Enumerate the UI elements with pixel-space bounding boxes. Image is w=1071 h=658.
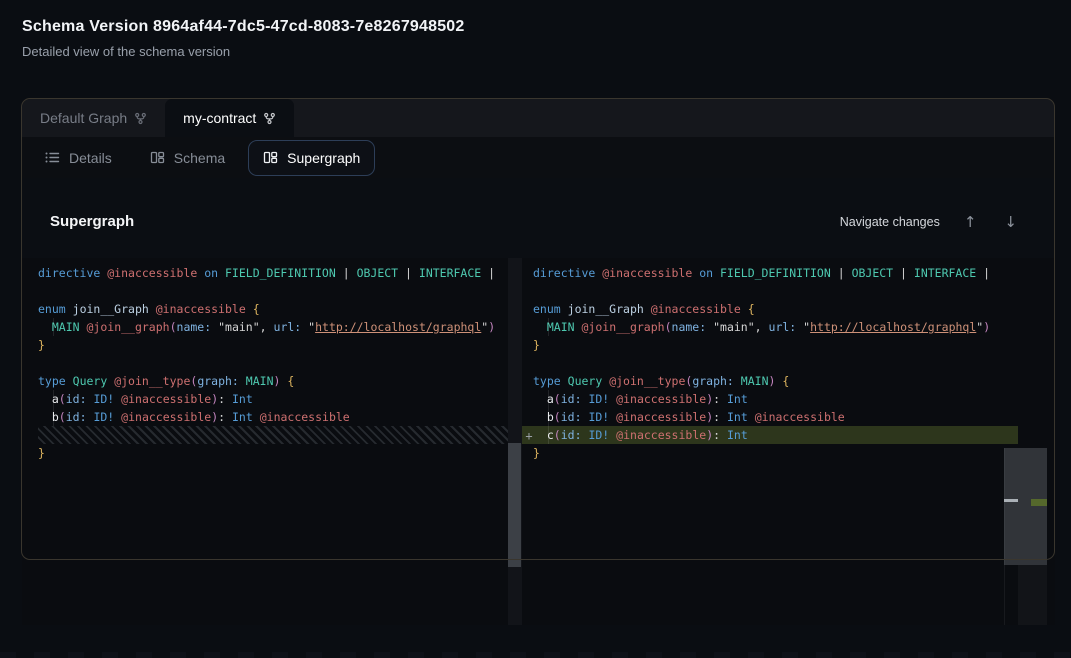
inserted-line-sign: + <box>521 427 537 445</box>
code-line: type Query @join__type(graph: MAIN) { <box>522 372 1018 390</box>
subtab-label: Details <box>69 150 112 166</box>
right-pane-scrollbar[interactable] <box>1004 448 1047 565</box>
subtab-details[interactable]: Details <box>30 140 127 176</box>
diff-splitter[interactable] <box>508 258 522 625</box>
graph-tabbar: Default Graph my-contract <box>22 99 1055 137</box>
tab-default-graph[interactable]: Default Graph <box>22 99 165 137</box>
bottom-clipped-region <box>0 652 1071 658</box>
page-title: Schema Version 8964af44-7dc5-47cd-8083-7… <box>22 18 465 36</box>
code-line <box>22 282 508 300</box>
scrollbar-position-mark <box>1004 499 1018 502</box>
code-line: a(id: ID! @inaccessible): Int <box>22 390 508 408</box>
code-line: } <box>22 336 508 354</box>
next-change-button[interactable]: ↓ <box>1000 211 1021 233</box>
columns-icon <box>150 150 165 165</box>
code-line: b(id: ID! @inaccessible): Int @inaccessi… <box>22 408 508 426</box>
code-line: enum join__Graph @inaccessible { <box>522 300 1018 318</box>
fork-icon <box>134 112 147 125</box>
diff-original-pane: directive @inaccessible on FIELD_DEFINIT… <box>22 258 508 625</box>
navigate-changes: Navigate changes ↑ ↓ <box>840 211 1021 233</box>
collapsed-diff-placeholder <box>38 426 508 444</box>
schema-version-page: Schema Version 8964af44-7dc5-47cd-8083-7… <box>0 0 1071 658</box>
indent-guide <box>548 318 549 336</box>
view-subtabs: Details Schema Supergraph <box>22 137 1055 178</box>
fork-icon <box>263 112 276 125</box>
diff-modified-pane: directive @inaccessible on FIELD_DEFINIT… <box>522 258 1018 625</box>
code-line: } <box>522 444 1018 462</box>
code-line: directive @inaccessible on FIELD_DEFINIT… <box>22 264 508 282</box>
left-pane-scrollbar[interactable] <box>508 443 521 567</box>
overview-ruler-column <box>1018 565 1047 625</box>
code-line: directive @inaccessible on FIELD_DEFINIT… <box>522 264 1018 282</box>
supergraph-heading: Supergraph <box>50 213 134 230</box>
code-line: MAIN @join__graph(name: "main", url: "ht… <box>522 318 1018 336</box>
subtab-supergraph[interactable]: Supergraph <box>248 140 375 176</box>
code-line: } <box>22 444 508 462</box>
columns-icon <box>263 150 278 165</box>
tab-label: Default Graph <box>40 110 127 126</box>
code-line: b(id: ID! @inaccessible): Int @inaccessi… <box>522 408 1018 426</box>
indent-guide <box>53 390 54 426</box>
navigate-changes-label: Navigate changes <box>840 215 940 229</box>
code-line <box>522 354 1018 372</box>
indent-guide <box>548 390 549 444</box>
list-icon <box>45 150 60 165</box>
supergraph-diff-editor[interactable]: directive @inaccessible on FIELD_DEFINIT… <box>22 258 1055 625</box>
code-line: a(id: ID! @inaccessible): Int <box>522 390 1018 408</box>
page-subtitle: Detailed view of the schema version <box>22 44 230 59</box>
code-line: MAIN @join__graph(name: "main", url: "ht… <box>22 318 508 336</box>
code-line <box>22 354 508 372</box>
added-code-line: c(id: ID! @inaccessible): Int <box>522 426 1018 444</box>
overview-ruler-added-mark <box>1031 499 1047 506</box>
code-line: enum join__Graph @inaccessible { <box>22 300 508 318</box>
previous-change-button[interactable]: ↑ <box>960 211 981 233</box>
subtab-schema[interactable]: Schema <box>135 140 240 176</box>
tab-my-contract[interactable]: my-contract <box>165 99 294 137</box>
subtab-label: Supergraph <box>287 150 360 166</box>
indent-guide <box>53 318 54 336</box>
tab-label: my-contract <box>183 110 256 126</box>
code-line: type Query @join__type(graph: MAIN) { <box>22 372 508 390</box>
code-line: } <box>522 336 1018 354</box>
code-line <box>522 282 1018 300</box>
subtab-label: Schema <box>174 150 225 166</box>
